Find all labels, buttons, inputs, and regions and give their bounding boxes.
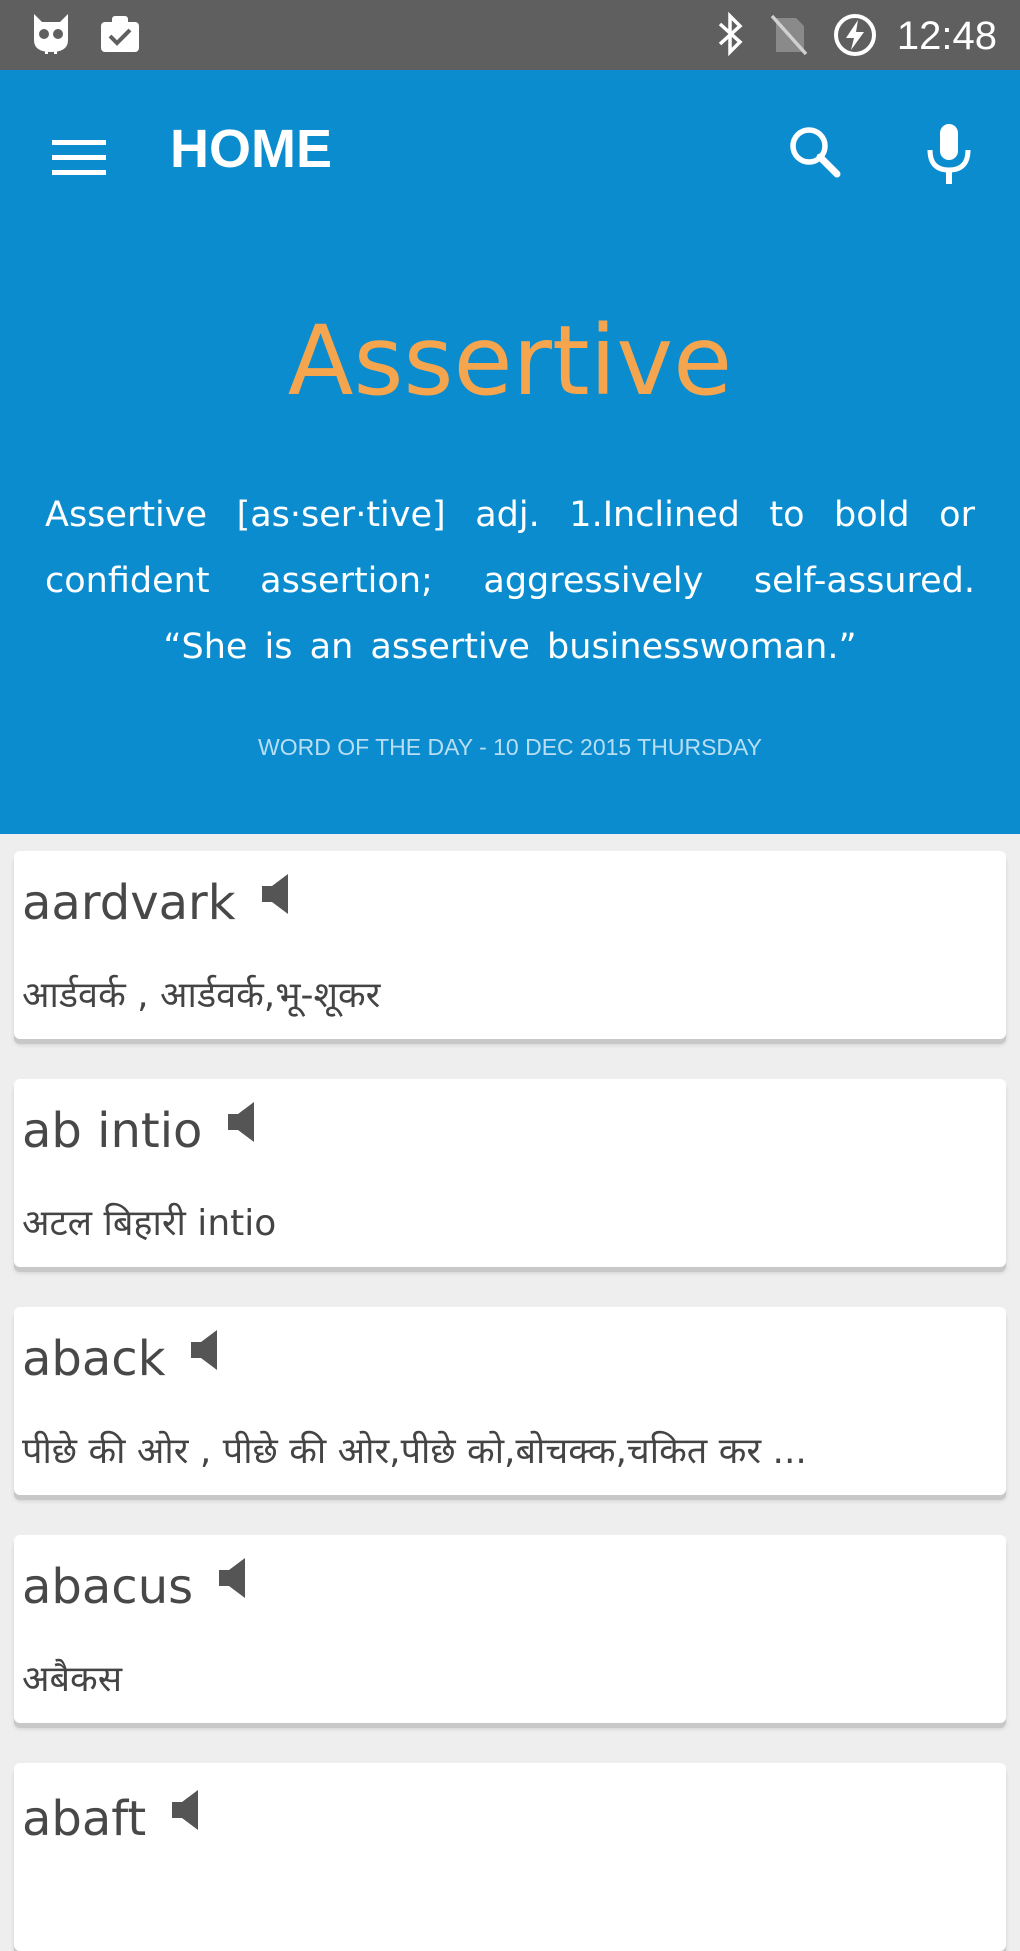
list-item[interactable]: abaft	[14, 1763, 1006, 1951]
search-icon	[790, 127, 841, 178]
speaker-icon[interactable]	[189, 1328, 223, 1384]
status-bar: 12:48	[0, 0, 1020, 70]
list-item[interactable]: aardvark आर्डवर्क , आर्डवर्क,भू-शूकर	[14, 851, 1006, 1039]
word-of-day-title[interactable]: Assertive	[0, 305, 1020, 417]
mic-icon	[927, 124, 971, 184]
speaker-icon[interactable]	[170, 1788, 204, 1844]
entry-word: aardvark	[22, 872, 294, 934]
voice-search-button[interactable]	[920, 120, 980, 190]
word-of-day-date: WORD OF THE DAY - 10 DEC 2015 THURSDAY	[258, 734, 762, 760]
entry-meaning: अटल बिहारी intio	[22, 1203, 277, 1244]
list-item[interactable]: ab intio अटल बिहारी intio	[14, 1079, 1006, 1267]
battery-charging-icon	[832, 12, 878, 62]
speaker-icon[interactable]	[226, 1100, 260, 1156]
entry-word: abacus	[22, 1556, 251, 1618]
page-title: HOME	[170, 119, 332, 179]
status-clock: 12:48	[896, 14, 997, 58]
entry-word: aback	[22, 1328, 223, 1390]
menu-button[interactable]	[50, 128, 110, 188]
clipboard-check-icon	[98, 12, 142, 60]
app-bar-hero: HOME Assertive Assertive [as·ser·tive] a…	[0, 70, 1020, 834]
entry-meaning: पीछे की ओर , पीछे की ओर,पीछे को,बोचक्क,च…	[22, 1431, 807, 1472]
list-item[interactable]: aback पीछे की ओर , पीछे की ओर,पीछे को,बो…	[14, 1307, 1006, 1495]
no-sim-icon	[768, 12, 810, 60]
speaker-icon[interactable]	[260, 872, 294, 928]
bluetooth-icon	[716, 11, 746, 60]
word-of-day-definition: Assertive [as·ser·tive] adj. 1.Inclined …	[45, 495, 975, 667]
list-item[interactable]: abacus अबैकस	[14, 1535, 1006, 1723]
speaker-icon[interactable]	[217, 1556, 251, 1612]
menu-icon	[52, 140, 106, 175]
search-button[interactable]	[785, 122, 845, 182]
entry-meaning: अबैकस	[22, 1659, 123, 1700]
entry-word: abaft	[22, 1788, 204, 1850]
entry-meaning: आर्डवर्क , आर्डवर्क,भू-शूकर	[22, 975, 381, 1016]
app-robot-icon	[30, 12, 72, 60]
entry-word: ab intio	[22, 1100, 260, 1162]
